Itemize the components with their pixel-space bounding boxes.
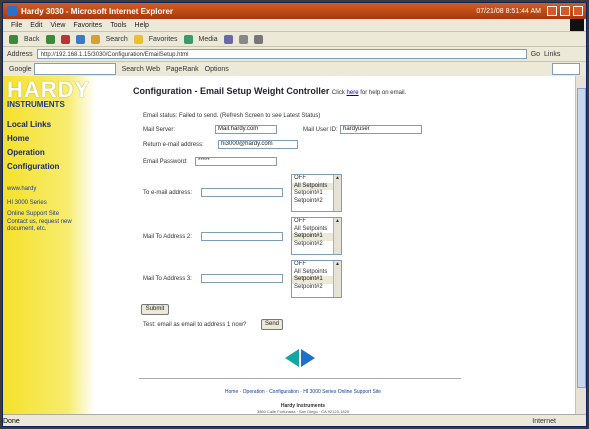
page-scrollbar-thumb[interactable]: [577, 88, 586, 388]
scroll-up-icon[interactable]: ▲: [334, 175, 341, 181]
to-address3-input[interactable]: [201, 274, 283, 283]
refresh-icon[interactable]: [75, 34, 85, 44]
to-address-label: To e-mail address:: [143, 190, 193, 196]
back-icon[interactable]: [9, 34, 18, 44]
list3-scrollbar[interactable]: ▲: [333, 261, 341, 297]
send-test-button[interactable]: Send: [261, 319, 283, 330]
to-address2-label: Mail To Address 2:: [143, 234, 192, 240]
sidebar-link-hi3000[interactable]: HI 3000 Series: [7, 200, 87, 207]
address-input[interactable]: http://192.168.1.15/3030/Configuration/E…: [36, 49, 527, 59]
setpoint-list-2[interactable]: OFF All Setpoints Setpoint#1 Setpoint#2 …: [291, 217, 342, 255]
history-icon[interactable]: [223, 34, 233, 44]
title-clock: 07/21/08 8:51:44 AM: [476, 7, 541, 15]
password-input[interactable]: *****: [195, 157, 277, 166]
next-arrow-icon[interactable]: [301, 349, 315, 369]
menu-edit[interactable]: Edit: [30, 22, 42, 29]
status-zone: Internet: [532, 417, 556, 425]
forward-icon[interactable]: [45, 34, 55, 44]
submit-button[interactable]: Submit: [141, 304, 169, 315]
favorites-button[interactable]: Favorites: [149, 36, 178, 43]
favorites-icon[interactable]: [133, 34, 143, 44]
google-secondary-input[interactable]: [552, 63, 580, 75]
search-web-button[interactable]: Search Web: [122, 66, 160, 73]
pagerank-indicator: PageRank: [165, 65, 199, 73]
return-address-label: Return e-mail address:: [143, 142, 204, 148]
menu-favorites[interactable]: Favorites: [73, 22, 102, 29]
sidebar-link-hardy[interactable]: www.hardy: [7, 186, 87, 193]
scroll-up-icon[interactable]: ▲: [334, 218, 341, 224]
sidebar-item-operation[interactable]: Operation: [7, 148, 45, 157]
sidebar: HARDY INSTRUMENTS Local Links Home Opera…: [3, 76, 95, 414]
title-bar: Hardy 3030 - Microsoft Internet Explorer…: [3, 3, 586, 19]
status-bar: Done Internet: [3, 414, 586, 426]
home-icon[interactable]: [90, 34, 100, 44]
ie-logo-icon: [7, 6, 17, 16]
mail-icon[interactable]: [238, 34, 248, 44]
windows-logo-icon: [570, 19, 584, 31]
sidebar-link-contact[interactable]: Contact us, request new document, etc.: [7, 219, 87, 233]
to-address2-input[interactable]: [201, 232, 283, 241]
help-text: Click here for help on email.: [332, 90, 406, 96]
maximize-button[interactable]: [560, 6, 570, 16]
help-prefix: Click: [331, 90, 345, 96]
browser-window: Hardy 3030 - Microsoft Internet Explorer…: [2, 2, 587, 427]
main-panel: Configuration - Email Setup Weight Contr…: [133, 76, 473, 414]
links-button[interactable]: Links: [544, 51, 560, 58]
google-label: Google: [9, 65, 32, 73]
back-button[interactable]: Back: [24, 36, 40, 43]
menu-view[interactable]: View: [50, 22, 65, 29]
stop-icon[interactable]: [60, 34, 70, 44]
search-button[interactable]: Search: [106, 36, 128, 43]
options-button[interactable]: Options: [205, 66, 229, 73]
page-scrollbar[interactable]: [575, 76, 586, 414]
email-status: Email status: Failed to send. (Refresh S…: [143, 113, 321, 119]
return-address-input[interactable]: hi3000@hardy.com: [218, 140, 298, 149]
setpoint-list-3[interactable]: OFF All Setpoints Setpoint#1 Setpoint#2 …: [291, 260, 342, 298]
google-toolbar: Google Search Web PageRank Options: [3, 61, 586, 77]
brand-logo[interactable]: HARDY INSTRUMENTS: [7, 77, 91, 110]
help-link[interactable]: here: [347, 90, 359, 96]
sidebar-item-home[interactable]: Home: [7, 134, 29, 143]
menu-file[interactable]: File: [11, 22, 22, 29]
help-suffix: for help on email.: [360, 90, 407, 96]
page-title-text: Configuration - Email Setup Weight Contr…: [133, 86, 330, 96]
menu-bar: File Edit View Favorites Tools Help: [3, 19, 586, 31]
minimize-button[interactable]: [547, 6, 557, 16]
address-bar: Address http://192.168.1.15/3030/Configu…: [3, 46, 586, 61]
to-address-input[interactable]: [201, 188, 283, 197]
address-label: Address: [7, 50, 33, 58]
status-done: Done: [3, 417, 20, 425]
menu-help[interactable]: Help: [135, 22, 149, 29]
previous-arrow-icon[interactable]: [285, 349, 299, 369]
mail-server-label: Mail Server:: [143, 127, 176, 133]
mail-user-id-label: Mail User ID:: [303, 127, 338, 133]
media-button[interactable]: Media: [199, 36, 218, 43]
sidebar-link-support[interactable]: Online Support Site: [7, 211, 87, 218]
sidebar-item-local-links: Local Links: [7, 120, 52, 129]
mail-user-id-input[interactable]: hardyuser: [340, 125, 422, 134]
list1-scrollbar[interactable]: ▲: [333, 175, 341, 211]
list2-scrollbar[interactable]: ▲: [333, 218, 341, 254]
test-email-text: Test: email as email to address 1 now?: [143, 322, 247, 328]
page-title: Configuration - Email Setup Weight Contr…: [133, 86, 406, 96]
footer-links[interactable]: Home · Operation · Configuration · HI 30…: [133, 389, 473, 395]
print-icon[interactable]: [253, 34, 263, 44]
google-search-input[interactable]: [33, 63, 116, 75]
mail-server-input[interactable]: Mail.hardy.com: [215, 125, 277, 134]
media-icon[interactable]: [183, 34, 193, 44]
menu-tools[interactable]: Tools: [110, 22, 126, 29]
window-title: Hardy 3030 - Microsoft Internet Explorer: [21, 6, 174, 16]
go-button[interactable]: Go: [531, 51, 540, 58]
close-button[interactable]: [573, 6, 583, 16]
brand-name: HARDY: [7, 77, 91, 102]
scroll-up-icon[interactable]: ▲: [334, 261, 341, 267]
password-label: Email Password:: [143, 159, 188, 165]
to-address3-label: Mail To Address 3:: [143, 276, 192, 282]
footer-divider: [139, 378, 461, 379]
sidebar-item-configuration[interactable]: Configuration: [7, 162, 59, 171]
toolbar: Back Search Favorites Media: [3, 31, 586, 46]
page-content: HARDY INSTRUMENTS Local Links Home Opera…: [3, 76, 575, 414]
setpoint-list-1[interactable]: OFF All Setpoints Setpoint#1 Setpoint#2 …: [291, 174, 342, 212]
